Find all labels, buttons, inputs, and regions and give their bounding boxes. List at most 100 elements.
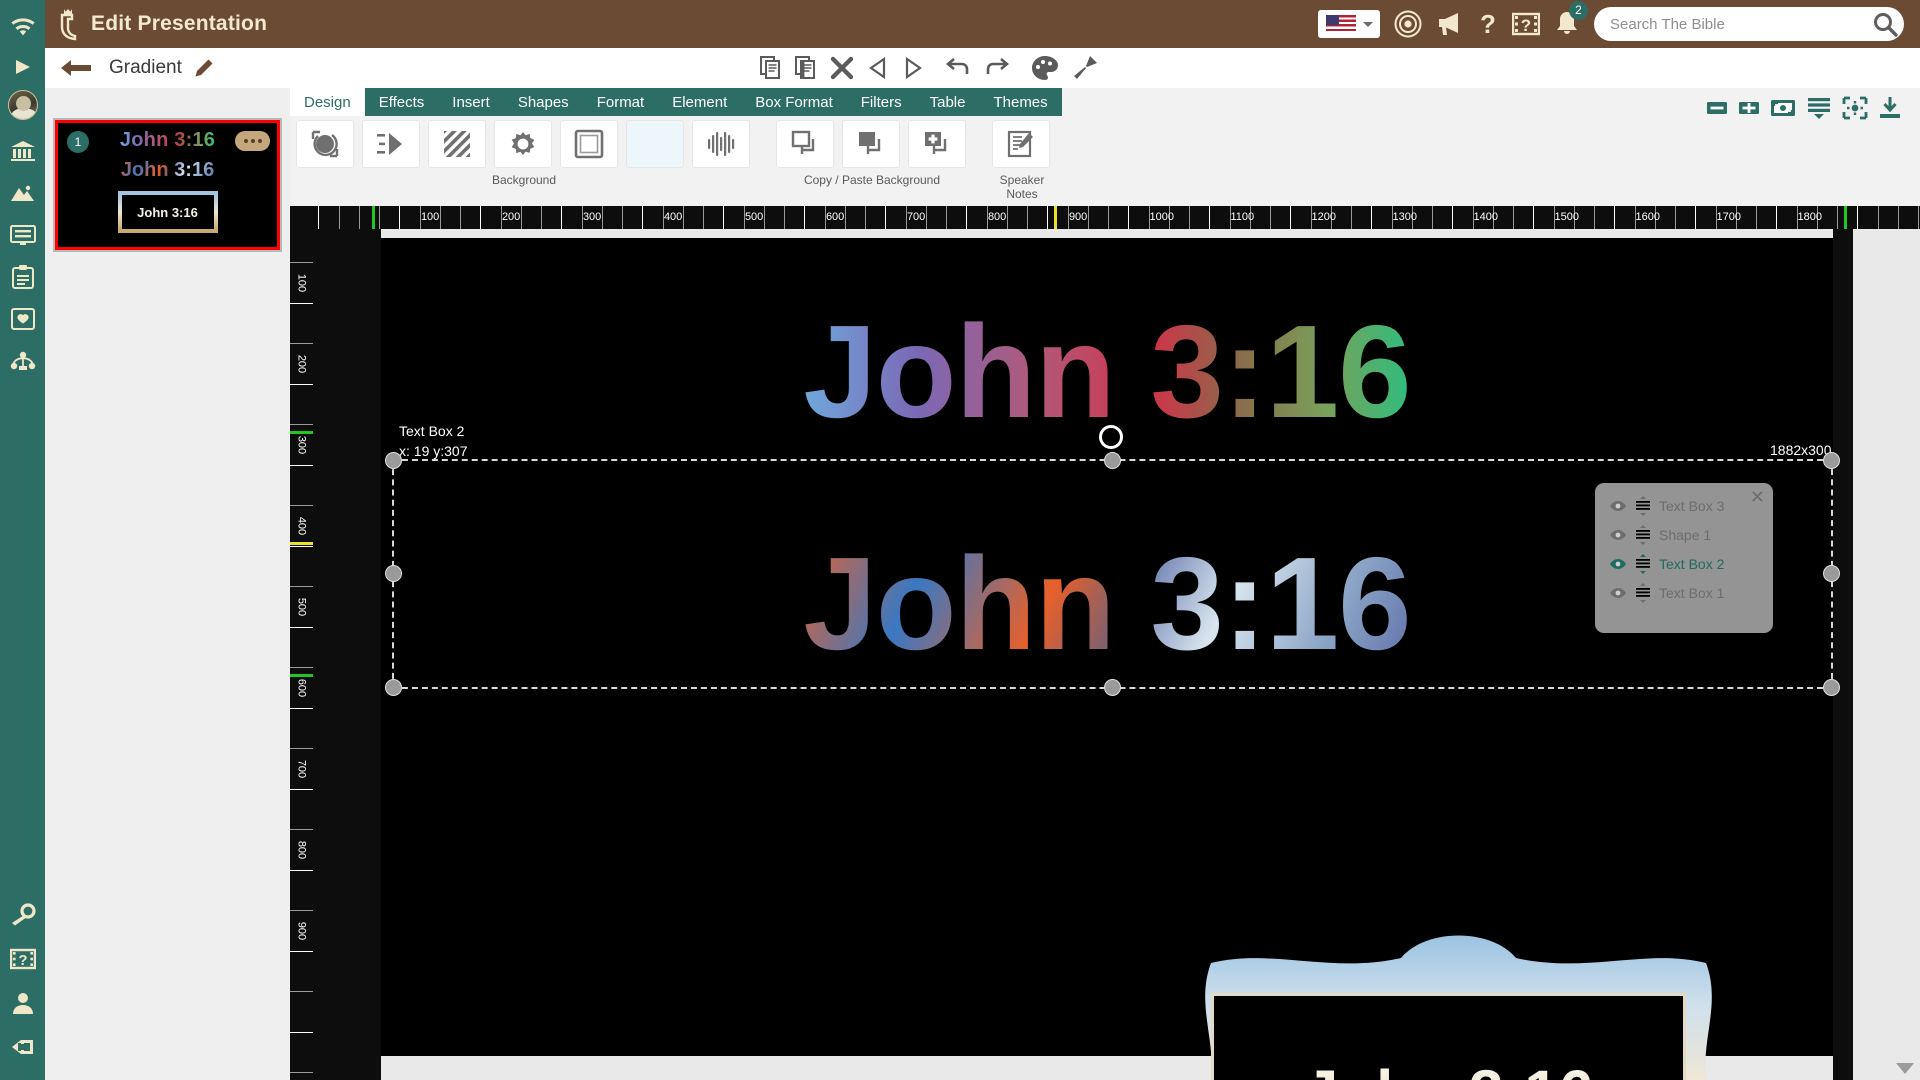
- zoom-out-icon[interactable]: [1706, 98, 1728, 118]
- megaphone-icon[interactable]: [1436, 11, 1464, 37]
- layers-panel[interactable]: ✕ Text Box 3 Shape 1 Text Box 2 Text Box…: [1595, 483, 1773, 633]
- eye-icon[interactable]: [1609, 500, 1627, 512]
- copy-icon[interactable]: [760, 56, 782, 80]
- presentation-icon[interactable]: [6, 218, 40, 252]
- image-icon[interactable]: [6, 176, 40, 210]
- clipboard-icon[interactable]: [6, 260, 40, 294]
- tab-effects[interactable]: Effects: [365, 88, 439, 116]
- ruler-tick: [1291, 206, 1312, 229]
- eye-icon[interactable]: [1609, 558, 1627, 570]
- ruler-tick: [290, 385, 313, 425]
- ruler-tick: [1048, 206, 1069, 229]
- help-icon[interactable]: ?: [1478, 10, 1498, 38]
- logout-icon[interactable]: [6, 1030, 40, 1064]
- tab-table[interactable]: Table: [916, 88, 980, 116]
- layer-order-icon[interactable]: [1635, 582, 1651, 603]
- ruler-tick: [1514, 206, 1535, 229]
- top-header-bar: Edit Presentation ? ? 2: [45, 0, 1920, 48]
- tab-format[interactable]: Format: [583, 88, 659, 116]
- redo-icon[interactable]: [984, 57, 1010, 79]
- tab-element[interactable]: Element: [658, 88, 741, 116]
- search-icon[interactable]: [1872, 11, 1898, 37]
- ruler-tick: [643, 206, 664, 229]
- ruler-tick-label: 400: [295, 516, 308, 536]
- layer-order-icon[interactable]: [1635, 524, 1651, 545]
- ruler-tick: 100: [421, 206, 441, 229]
- brand-logo-icon[interactable]: [45, 7, 91, 41]
- background-transition-button[interactable]: [362, 120, 420, 168]
- paste-icon[interactable]: [795, 56, 817, 80]
- back-arrow-icon[interactable]: [61, 58, 91, 78]
- next-icon[interactable]: [902, 56, 924, 80]
- tab-box-format[interactable]: Box Format: [741, 88, 847, 116]
- layer-item-shape-1[interactable]: Shape 1: [1595, 520, 1773, 549]
- search-bar[interactable]: [1594, 7, 1904, 41]
- bell-icon[interactable]: 2: [1554, 1, 1588, 38]
- add-background-button[interactable]: [908, 120, 966, 168]
- close-icon[interactable]: ✕: [1750, 487, 1765, 508]
- tab-design[interactable]: Design: [290, 88, 365, 116]
- film-question-icon[interactable]: ?: [1512, 11, 1540, 37]
- horizontal-ruler[interactable]: 100 200 300 400 500 600 700 800 900 1000 1100 1200 1…: [290, 206, 1920, 229]
- rotate-handle[interactable]: [1099, 425, 1123, 449]
- search-input[interactable]: [1610, 15, 1872, 33]
- tab-insert[interactable]: Insert: [438, 88, 504, 116]
- thumb-line1-a: John: [119, 129, 175, 151]
- slide-text-line-1[interactable]: John 3:16: [381, 296, 1833, 447]
- eye-icon[interactable]: [1609, 587, 1627, 599]
- background-blank-button[interactable]: [626, 120, 684, 168]
- layer-order-icon[interactable]: [1635, 495, 1651, 516]
- layer-order-icon[interactable]: [1635, 553, 1651, 574]
- thumb-line-1: John 3:16: [58, 129, 277, 152]
- tab-themes[interactable]: Themes: [979, 88, 1061, 116]
- ruler-tick: [785, 206, 806, 229]
- language-selector[interactable]: [1318, 10, 1380, 38]
- wifi-icon[interactable]: [6, 10, 40, 44]
- person-icon[interactable]: [6, 986, 40, 1020]
- scroll-down-arrow-icon[interactable]: [1896, 1063, 1914, 1074]
- ruler-tick: 1200: [1312, 206, 1336, 229]
- fit-image-icon[interactable]: [1770, 97, 1796, 119]
- ruler-tick: [290, 229, 313, 263]
- zoom-in-icon[interactable]: [1738, 98, 1760, 118]
- undo-icon[interactable]: [945, 57, 971, 79]
- network-icon[interactable]: [6, 344, 40, 378]
- pencil-icon[interactable]: [194, 58, 214, 78]
- palette-icon[interactable]: [1031, 55, 1059, 81]
- avatar[interactable]: [7, 90, 38, 120]
- center-icon[interactable]: [1842, 96, 1868, 120]
- paste-background-button[interactable]: [842, 120, 900, 168]
- brush-icon[interactable]: [1072, 55, 1098, 81]
- canvas-left-gutter: [313, 229, 381, 1080]
- play-icon[interactable]: [6, 50, 40, 84]
- download-icon[interactable]: [1878, 96, 1902, 120]
- speaker-notes-button[interactable]: [992, 120, 1050, 168]
- film-question-icon[interactable]: ?: [6, 942, 40, 976]
- delete-icon[interactable]: [830, 56, 854, 80]
- record-icon[interactable]: [1394, 10, 1422, 38]
- ruler-tick: [1818, 206, 1838, 229]
- align-icon[interactable]: [1806, 96, 1832, 120]
- library-icon[interactable]: [6, 134, 40, 168]
- eye-icon[interactable]: [1609, 529, 1627, 541]
- background-frame-button[interactable]: [560, 120, 618, 168]
- key-icon[interactable]: [6, 898, 40, 932]
- layer-item-text-box-2[interactable]: Text Box 2: [1595, 549, 1773, 578]
- ruler-tick: 1000: [1150, 206, 1174, 229]
- tab-filters[interactable]: Filters: [847, 88, 916, 116]
- background-settings-button[interactable]: [494, 120, 552, 168]
- bible-icon[interactable]: [6, 302, 40, 336]
- tab-shapes[interactable]: Shapes: [504, 88, 583, 116]
- layer-item-text-box-3[interactable]: Text Box 3: [1595, 491, 1773, 520]
- ruler-tick: [1028, 206, 1049, 229]
- layer-item-text-box-1[interactable]: Text Box 1: [1595, 578, 1773, 607]
- previous-icon[interactable]: [867, 56, 889, 80]
- slide-thumbnail-1[interactable]: 1 John 3:16 John 3:16 John 3:16: [55, 120, 280, 250]
- background-pattern-button[interactable]: [428, 120, 486, 168]
- slide-canvas[interactable]: John 3:16 John 3:16 John 3:16 ✕: [381, 238, 1833, 1080]
- ruler-tick: [1858, 206, 1879, 229]
- vertical-ruler[interactable]: 100 200 300 400 500 600 700 800 900: [290, 229, 313, 1080]
- copy-background-button[interactable]: [776, 120, 834, 168]
- background-audio-button[interactable]: [692, 120, 750, 168]
- background-rotate-button[interactable]: [296, 120, 354, 168]
